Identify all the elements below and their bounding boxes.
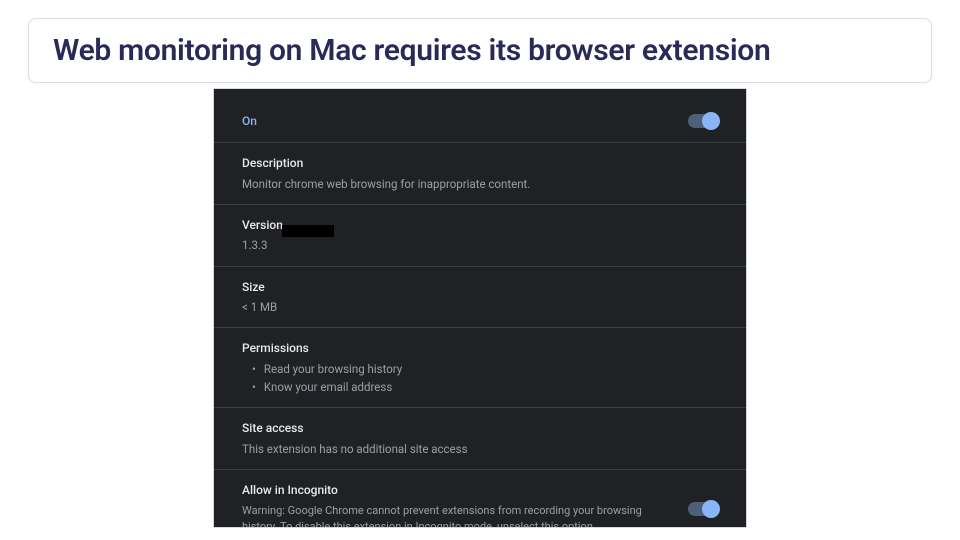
size-label: Size: [242, 279, 718, 296]
on-label: On: [242, 113, 257, 130]
incognito-warning: Warning: Google Chrome cannot prevent ex…: [242, 503, 662, 528]
size-section: Size < 1 MB: [214, 267, 746, 329]
caption-card: Web monitoring on Mac requires its brows…: [28, 18, 932, 83]
permissions-label: Permissions: [242, 340, 718, 357]
site-access-value: This extension has no additional site ac…: [242, 441, 718, 457]
description-section: Description Monitor chrome web browsing …: [214, 143, 746, 205]
incognito-text-block: Allow in Incognito Warning: Google Chrom…: [242, 482, 662, 528]
incognito-label: Allow in Incognito: [242, 482, 662, 499]
version-value: 1.3.3: [242, 237, 718, 253]
list-item: Read your browsing history: [252, 361, 718, 377]
size-value: < 1 MB: [242, 299, 718, 315]
list-item: Know your email address: [252, 379, 718, 395]
permissions-list: Read your browsing history Know your ema…: [242, 361, 718, 395]
site-access-section: Site access This extension has no additi…: [214, 408, 746, 470]
description-value: Monitor chrome web browsing for inapprop…: [242, 176, 718, 192]
description-label: Description: [242, 155, 718, 172]
site-access-label: Site access: [242, 420, 718, 437]
on-toggle[interactable]: [688, 114, 718, 128]
extension-settings-panel: On Description Monitor chrome web browsi…: [214, 89, 746, 527]
extension-panel-frame: On Description Monitor chrome web browsi…: [213, 88, 747, 528]
on-toggle-row: On: [214, 89, 746, 143]
redaction-block: [282, 225, 334, 237]
caption-title: Web monitoring on Mac requires its brows…: [53, 33, 907, 68]
permissions-section: Permissions Read your browsing history K…: [214, 328, 746, 408]
incognito-section: Allow in Incognito Warning: Google Chrom…: [214, 470, 746, 528]
incognito-toggle[interactable]: [688, 502, 718, 516]
